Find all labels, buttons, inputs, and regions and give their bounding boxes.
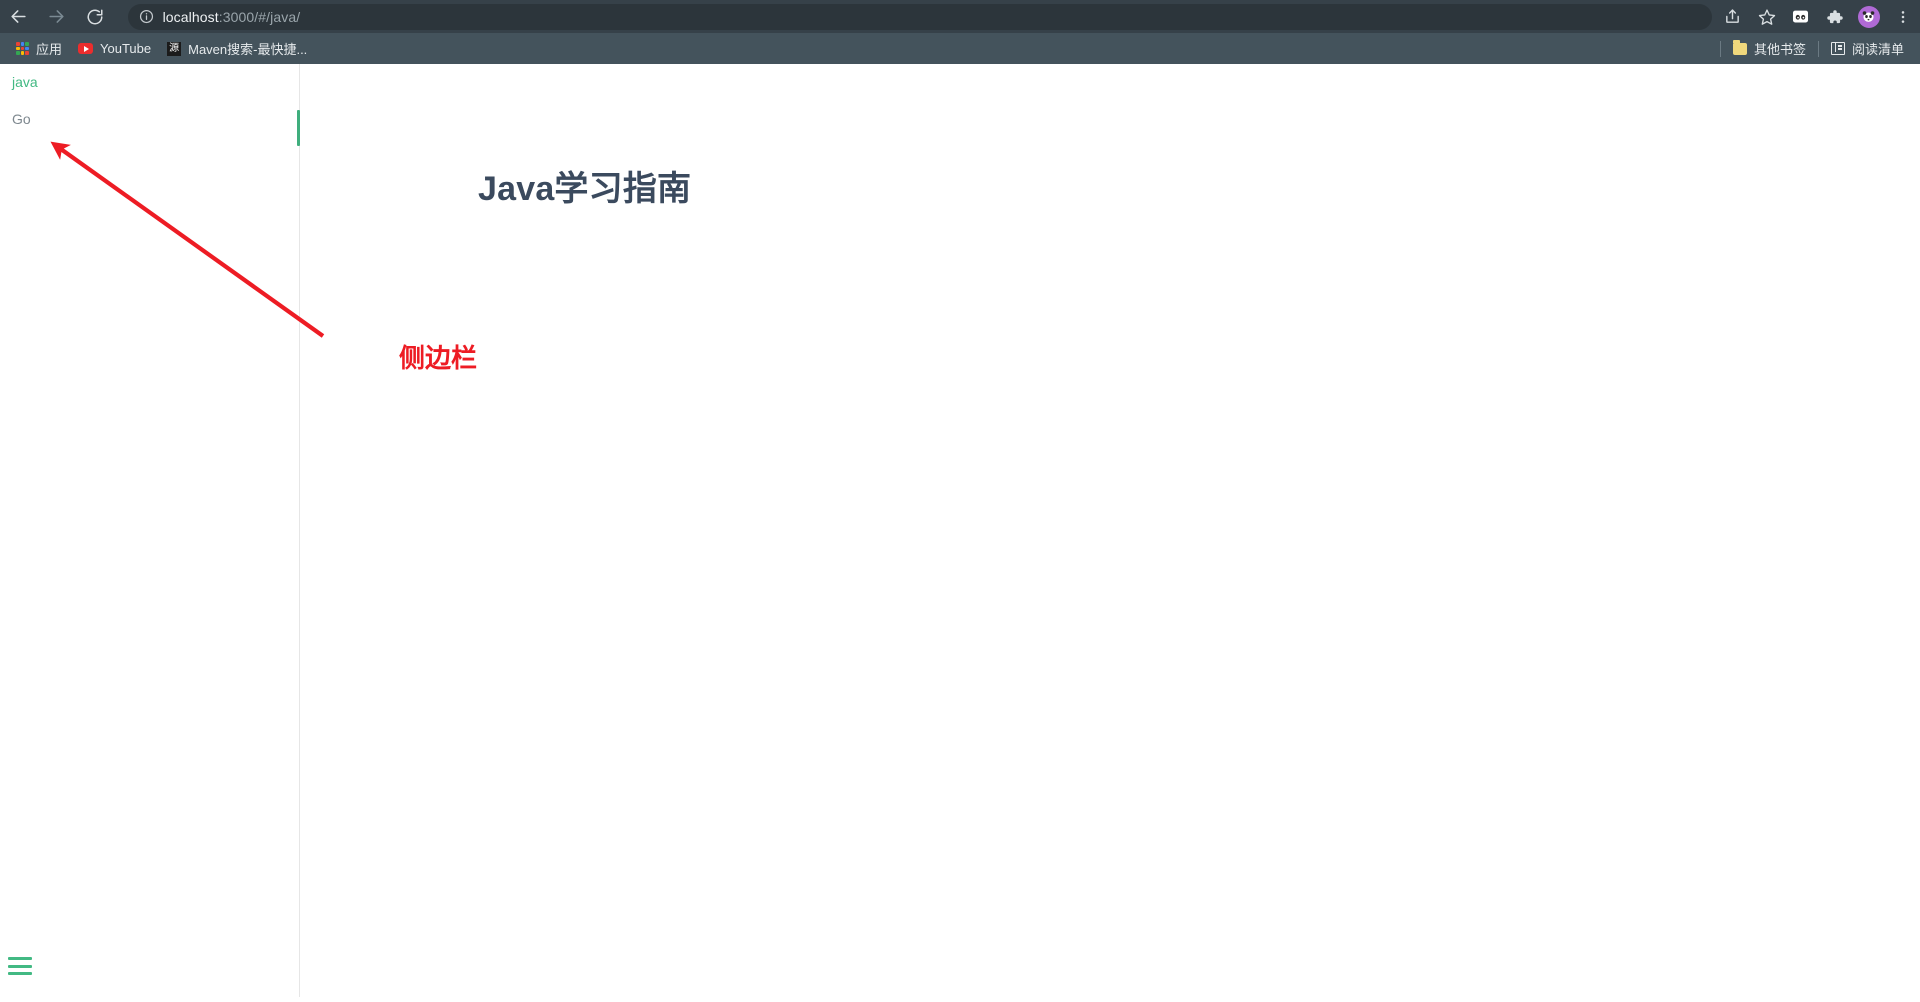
info-circle-icon[interactable] bbox=[139, 9, 154, 24]
sidebar-item-java[interactable]: java bbox=[0, 64, 299, 101]
bookmarks-separator bbox=[1817, 40, 1819, 57]
sidebar-item-label: java bbox=[12, 74, 38, 90]
bookmark-maven[interactable]: 源 Maven搜索-最快捷... bbox=[159, 38, 315, 60]
bookmarks-bar-right: 其他书签 阅读清单 bbox=[1716, 38, 1912, 60]
browser-toolbar: localhost:3000/#/java/ bbox=[0, 0, 1920, 33]
bookmark-youtube[interactable]: YouTube bbox=[70, 38, 159, 60]
extensions-puzzle-icon[interactable] bbox=[1818, 0, 1852, 33]
reload-button[interactable] bbox=[76, 0, 114, 33]
sidebar-summary-list: java Go bbox=[0, 64, 299, 138]
sidebar-item-go[interactable]: Go bbox=[0, 101, 299, 138]
bookmark-star-icon[interactable] bbox=[1750, 0, 1784, 33]
bookmarks-separator bbox=[1719, 40, 1721, 57]
youtube-icon bbox=[78, 43, 94, 54]
url-text: localhost:3000/#/java/ bbox=[163, 9, 301, 25]
bookmark-youtube-label: YouTube bbox=[100, 41, 152, 56]
maven-favicon: 源 bbox=[167, 41, 182, 56]
chrome-menu-icon[interactable] bbox=[1886, 0, 1920, 33]
url-path: :3000/#/java/ bbox=[218, 8, 301, 25]
bookmarks-bar: 应用 YouTube 源 Maven搜索-最快捷... 其他书签 阅读清单 bbox=[0, 33, 1920, 64]
toolbar-actions bbox=[1716, 0, 1920, 33]
forward-arrow-icon bbox=[49, 10, 64, 23]
page-viewport: java Go Java学习指南 bbox=[0, 64, 1920, 997]
bookmark-maven-label: Maven搜索-最快捷... bbox=[188, 42, 308, 57]
bookmark-apps-label: 应用 bbox=[36, 42, 63, 57]
address-bar[interactable]: localhost:3000/#/java/ bbox=[127, 3, 1712, 30]
reading-list-label: 阅读清单 bbox=[1851, 42, 1904, 57]
share-icon[interactable] bbox=[1716, 0, 1750, 33]
reading-list-icon bbox=[1830, 42, 1845, 55]
folder-icon bbox=[1732, 39, 1747, 55]
sidebar: java Go bbox=[0, 64, 299, 997]
bookmark-apps[interactable]: 应用 bbox=[8, 38, 70, 60]
reading-list-button[interactable]: 阅读清单 bbox=[1823, 38, 1912, 60]
url-host: localhost bbox=[162, 8, 219, 25]
reload-icon bbox=[87, 9, 103, 24]
avatar bbox=[1857, 5, 1880, 28]
content-area: Java学习指南 bbox=[300, 64, 1920, 997]
forward-button[interactable] bbox=[38, 0, 76, 33]
panda-extension-icon[interactable] bbox=[1784, 0, 1818, 33]
hamburger-menu-icon[interactable] bbox=[8, 957, 32, 975]
profile-avatar-button[interactable] bbox=[1852, 0, 1886, 33]
other-bookmarks-button[interactable]: 其他书签 bbox=[1725, 38, 1814, 60]
page-title: Java学习指南 bbox=[478, 170, 692, 208]
back-arrow-icon bbox=[11, 10, 27, 23]
sidebar-item-label: Go bbox=[12, 110, 31, 127]
other-bookmarks-label: 其他书签 bbox=[1753, 42, 1806, 57]
back-button[interactable] bbox=[0, 0, 38, 33]
apps-grid-icon bbox=[16, 42, 29, 55]
browser-chrome: localhost:3000/#/java/ 应用 YouTube 源 Mave… bbox=[0, 0, 1920, 64]
